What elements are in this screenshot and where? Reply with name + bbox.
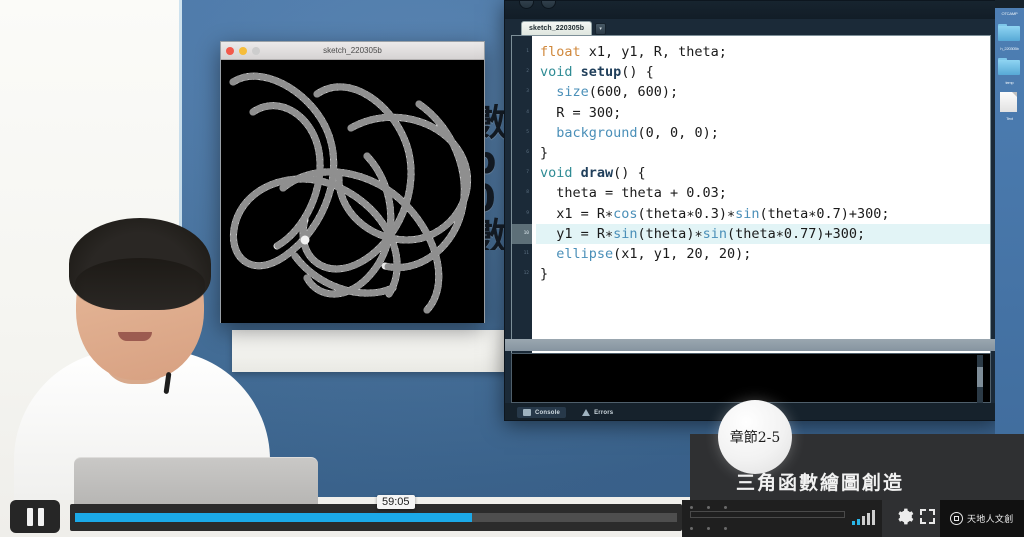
progress-track[interactable] — [75, 513, 677, 522]
progress-bar[interactable] — [70, 504, 682, 531]
line-number: 8 — [526, 190, 529, 196]
signal-bars-icon[interactable] — [852, 510, 875, 525]
line-number-gutter: 1 2 3 4 5 6 7 8 9 10 11 12 — [512, 36, 532, 361]
tab-console[interactable]: Console — [517, 407, 567, 418]
line-number: 11 — [523, 250, 529, 256]
brand-mark-icon — [950, 512, 963, 525]
chapter-badge: 章節2-5 — [718, 400, 792, 474]
console-icon — [523, 409, 531, 416]
code-text-area[interactable]: float x1, y1, R, theta; void setup() { si… — [532, 36, 990, 361]
console-divider[interactable] — [505, 339, 997, 351]
sketch-window-title: sketch_220305b — [323, 46, 382, 55]
stop-icon[interactable] — [541, 1, 556, 9]
desktop-icon-label: temp — [1005, 80, 1014, 85]
screen-recording-frame: 數 b 0 數 sketch_220305b — [0, 0, 1024, 537]
desktop-icon-label: h_220305b — [1000, 46, 1019, 51]
desktop-icon-strip: OTCAMP h_220305b temp Text — [995, 0, 1024, 497]
desktop-menubar — [995, 0, 1024, 8]
brand-name: 天地人文創 — [967, 515, 1014, 525]
line-number: 7 — [526, 170, 529, 176]
line-number: 4 — [526, 109, 529, 115]
video-player-controls: 59:05 天地人文創 — [0, 495, 1024, 537]
chevron-down-icon[interactable]: ▾ — [595, 23, 607, 35]
brand-logo-area: 天地人文創 — [940, 500, 1024, 537]
line-number: 9 — [526, 210, 529, 216]
fullscreen-icon[interactable] — [920, 509, 935, 524]
ide-run-controls[interactable] — [519, 1, 556, 9]
presenter-mouth — [118, 332, 152, 341]
line-number: 5 — [526, 129, 529, 135]
presenter-hair — [69, 218, 211, 310]
folder-icon[interactable] — [998, 24, 1020, 41]
line-number: 2 — [526, 69, 529, 75]
tab-console-label: Console — [535, 409, 561, 416]
ide-toolbar — [505, 1, 997, 19]
processing-ide-window[interactable]: sketch_220305b ▾ 1 2 3 4 5 6 7 8 9 10 11… — [504, 0, 998, 421]
tab-errors-label: Errors — [594, 409, 614, 416]
desktop-icon-label: OTCAMP — [1001, 11, 1018, 16]
gear-icon[interactable] — [895, 507, 914, 531]
folder-icon[interactable] — [998, 58, 1020, 75]
player-right-controls — [682, 500, 935, 537]
console-scrollbar[interactable] — [977, 355, 983, 403]
progress-fill — [75, 513, 473, 522]
ide-tab-bar[interactable]: sketch_220305b ▾ — [505, 19, 997, 35]
line-number-current: 10 — [512, 223, 532, 244]
tab-errors[interactable]: Errors — [576, 407, 619, 418]
warning-icon — [582, 409, 591, 416]
sketch-titlebar[interactable]: sketch_220305b — [221, 42, 484, 60]
tab-sketch[interactable]: sketch_220305b — [521, 21, 593, 35]
run-icon[interactable] — [519, 1, 534, 9]
desktop-icon-label: Text — [1006, 116, 1013, 121]
console-output — [511, 353, 991, 403]
line-number: 3 — [526, 89, 529, 95]
slide-white-panel — [232, 330, 516, 372]
line-number: 6 — [526, 149, 529, 155]
pause-button[interactable] — [10, 500, 60, 533]
code-editor[interactable]: 1 2 3 4 5 6 7 8 9 10 11 12 float x1, y1,… — [511, 35, 991, 362]
progress-dots — [690, 506, 820, 537]
document-icon[interactable] — [1000, 92, 1017, 112]
presenter-video — [14, 214, 272, 500]
line-number: 1 — [526, 49, 529, 54]
time-tooltip: 59:05 — [377, 495, 415, 509]
line-number: 12 — [523, 271, 529, 277]
